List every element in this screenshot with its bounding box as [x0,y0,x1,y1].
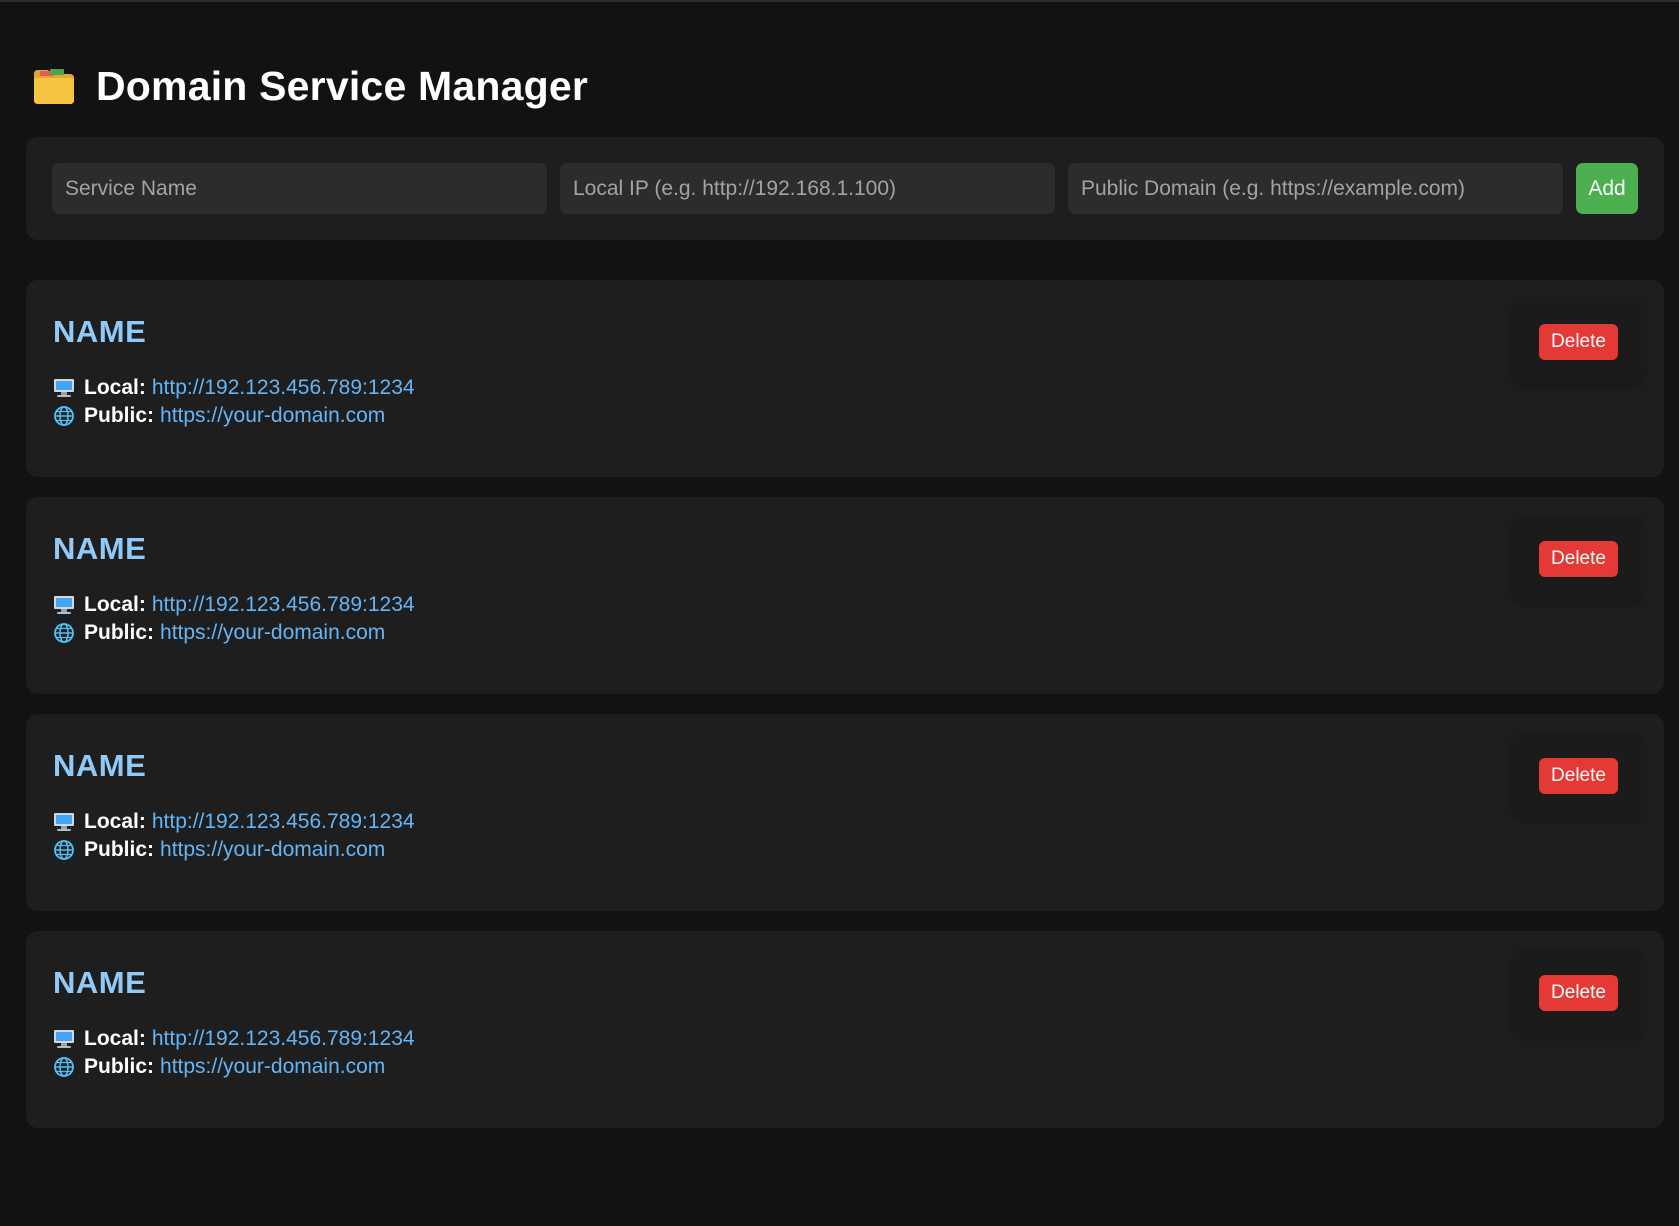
local-label: Local: [84,1027,146,1050]
delete-button[interactable]: Delete [1539,541,1618,577]
globe-icon [53,839,75,861]
page: Domain Service Manager Add NAME Local: h… [26,0,1664,1128]
globe-icon [53,622,75,644]
public-link[interactable]: https://your-domain.com [160,402,385,430]
service-name: NAME [53,531,147,566]
service-details: Local: http://192.123.456.789:1234 Publi… [53,808,1637,864]
add-service-form: Add [26,137,1664,240]
delete-button-container: Delete [1513,516,1644,602]
delete-button-container: Delete [1513,299,1644,385]
folder-icon [32,64,76,108]
public-domain-input[interactable] [1068,163,1563,214]
service-name: NAME [53,965,147,1000]
service-card: NAME Local: http://192.123.456.789:1234 … [26,497,1664,694]
add-button[interactable]: Add [1576,163,1638,214]
local-label: Local: [84,593,146,616]
service-card: NAME Local: http://192.123.456.789:1234 … [26,280,1664,477]
service-list: NAME Local: http://192.123.456.789:1234 … [26,280,1664,1148]
service-details: Local: http://192.123.456.789:1234 Publi… [53,374,1637,430]
service-name: NAME [53,314,147,349]
local-line: Local: http://192.123.456.789:1234 [53,808,1637,836]
computer-icon [53,1028,75,1050]
local-link[interactable]: http://192.123.456.789:1234 [152,374,415,402]
public-label: Public: [84,1055,155,1078]
service-card: NAME Local: http://192.123.456.789:1234 … [26,714,1664,911]
local-label: Local: [84,810,146,833]
local-link[interactable]: http://192.123.456.789:1234 [152,1025,415,1053]
delete-button[interactable]: Delete [1539,975,1618,1011]
public-label: Public: [84,621,155,644]
service-name-input[interactable] [52,163,547,214]
page-title: Domain Service Manager [96,62,589,109]
delete-button[interactable]: Delete [1539,758,1618,794]
public-line: Public: https://your-domain.com [53,402,1637,430]
public-link[interactable]: https://your-domain.com [160,619,385,647]
local-link[interactable]: http://192.123.456.789:1234 [152,591,415,619]
local-line: Local: http://192.123.456.789:1234 [53,374,1637,402]
computer-icon [53,811,75,833]
globe-icon [53,405,75,427]
delete-button[interactable]: Delete [1539,324,1618,360]
computer-icon [53,594,75,616]
local-line: Local: http://192.123.456.789:1234 [53,1025,1637,1053]
public-line: Public: https://your-domain.com [53,619,1637,647]
service-card: NAME Local: http://192.123.456.789:1234 … [26,931,1664,1128]
service-details: Local: http://192.123.456.789:1234 Publi… [53,1025,1637,1081]
local-label: Local: [84,376,146,399]
public-line: Public: https://your-domain.com [53,836,1637,864]
public-link[interactable]: https://your-domain.com [160,1053,385,1081]
local-ip-input[interactable] [560,163,1055,214]
page-header: Domain Service Manager [26,58,1664,114]
public-link[interactable]: https://your-domain.com [160,836,385,864]
local-line: Local: http://192.123.456.789:1234 [53,591,1637,619]
public-label: Public: [84,404,155,427]
computer-icon [53,377,75,399]
service-name: NAME [53,748,147,783]
public-line: Public: https://your-domain.com [53,1053,1637,1081]
delete-button-container: Delete [1513,950,1644,1036]
public-label: Public: [84,838,155,861]
delete-button-container: Delete [1513,733,1644,819]
service-details: Local: http://192.123.456.789:1234 Publi… [53,591,1637,647]
local-link[interactable]: http://192.123.456.789:1234 [152,808,415,836]
globe-icon [53,1056,75,1078]
